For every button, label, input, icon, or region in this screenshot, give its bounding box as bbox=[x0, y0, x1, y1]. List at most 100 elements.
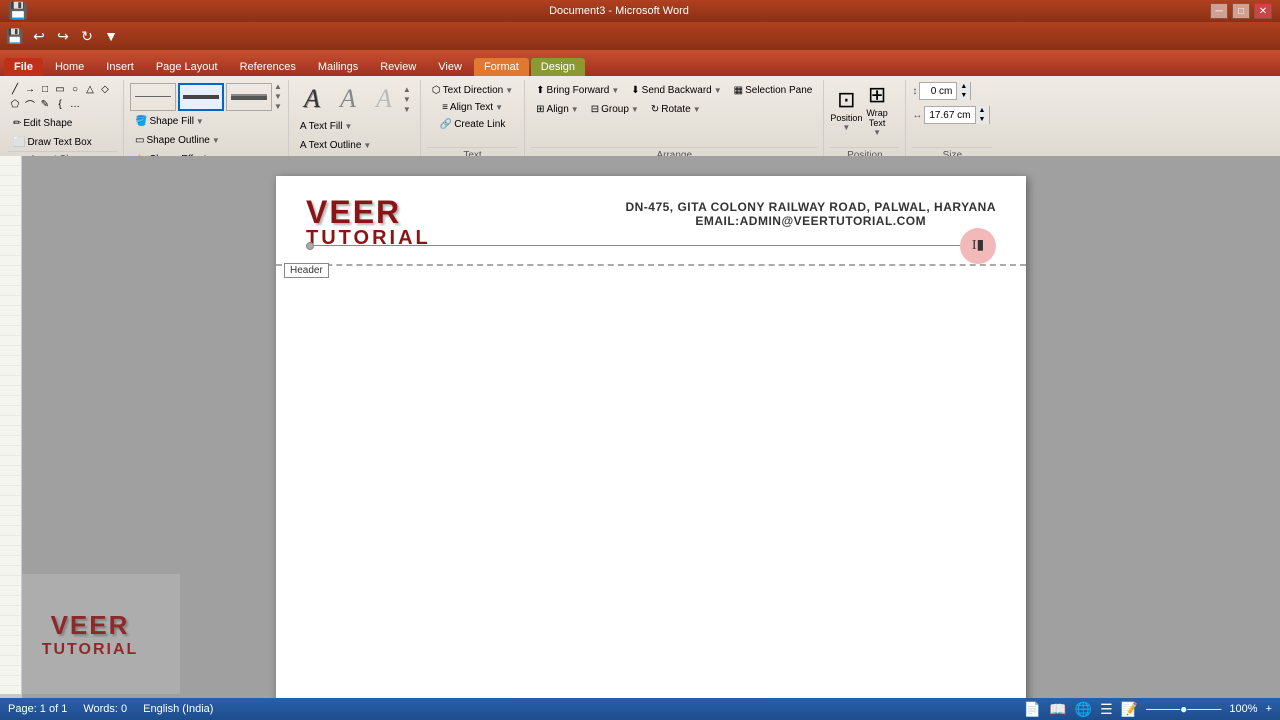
zoom-level: 100% bbox=[1229, 703, 1257, 715]
style-swatch-medium[interactable] bbox=[178, 83, 224, 111]
height-down[interactable]: ▼ bbox=[956, 91, 970, 100]
round-rect-shape[interactable]: ▭ bbox=[53, 82, 67, 96]
text-outline-dropdown[interactable]: ▼ bbox=[363, 141, 371, 150]
styles-scroll-up[interactable]: ▲ bbox=[274, 82, 282, 91]
freeform-shape[interactable]: ✎ bbox=[38, 97, 52, 111]
line-handle-left[interactable] bbox=[306, 242, 314, 250]
bring-forward-button[interactable]: ⬆ Bring Forward ▼ bbox=[531, 82, 624, 99]
brace-shape[interactable]: { bbox=[53, 97, 67, 111]
rotate-button[interactable]: ↻ Rotate ▼ bbox=[646, 101, 706, 118]
close-button[interactable]: ✕ bbox=[1254, 3, 1272, 19]
save-button[interactable]: 💾 bbox=[4, 25, 26, 47]
group-button[interactable]: ⊟ Group ▼ bbox=[586, 101, 644, 118]
draw-text-box-button[interactable]: ⬜ Draw Text Box bbox=[8, 134, 97, 151]
create-link-icon: 🔗 bbox=[440, 119, 452, 130]
tab-references[interactable]: References bbox=[230, 58, 306, 76]
align-text-button[interactable]: ≡ Align Text ▼ bbox=[437, 99, 508, 116]
view-reading-icon[interactable]: 📖 bbox=[1049, 701, 1066, 718]
tab-pagelayout[interactable]: Page Layout bbox=[146, 58, 228, 76]
tab-design[interactable]: Design bbox=[531, 58, 585, 76]
wordart-more[interactable]: ▼ bbox=[403, 105, 411, 114]
text-outline-button[interactable]: A Text Outline ▼ bbox=[295, 137, 414, 154]
zoom-slider[interactable]: ────●──── bbox=[1146, 702, 1221, 716]
view-web-icon[interactable]: 🌐 bbox=[1075, 701, 1092, 718]
text-fill-button[interactable]: A Text Fill ▼ bbox=[295, 118, 414, 135]
diamond-shape[interactable]: ◇ bbox=[98, 82, 112, 96]
redo-button[interactable]: ↪ bbox=[52, 25, 74, 47]
document-body[interactable] bbox=[276, 266, 1026, 646]
styles-more[interactable]: ▼ bbox=[274, 102, 282, 111]
shapes-palette: ╱ → □ ▭ ○ △ ◇ ⬠ ⌒ ✎ { … bbox=[8, 82, 116, 111]
view-outline-icon[interactable]: ☰ bbox=[1100, 701, 1113, 718]
tab-home[interactable]: Home bbox=[45, 58, 94, 76]
wordart-scroll-up[interactable]: ▲ bbox=[403, 85, 411, 94]
width-spinbox[interactable]: 17.67 cm ▲ ▼ bbox=[924, 106, 989, 124]
text-direction-button[interactable]: ⬡ Text Direction ▼ bbox=[427, 82, 518, 99]
wrap-text-button[interactable]: ⊞ Wrap Text ▼ bbox=[866, 82, 887, 137]
ribbon-group-text: ⬡ Text Direction ▼ ≡ Align Text ▼ 🔗 Crea… bbox=[423, 80, 525, 163]
outline-dropdown[interactable]: ▼ bbox=[212, 136, 220, 145]
tab-view[interactable]: View bbox=[428, 58, 472, 76]
wordart-style-1[interactable]: A bbox=[295, 82, 329, 116]
selection-pane-icon: ▦ bbox=[734, 85, 743, 96]
width-down[interactable]: ▼ bbox=[975, 115, 989, 124]
wordart-scroll-down[interactable]: ▼ bbox=[403, 95, 411, 104]
width-value: 17.67 cm bbox=[925, 110, 974, 121]
view-normal-icon[interactable]: 📄 bbox=[1024, 701, 1041, 718]
create-link-button[interactable]: 🔗 Create Link bbox=[435, 116, 511, 133]
document-page: VEER TUTORIAL DN-475, GITA COLONY RAILWA… bbox=[276, 176, 1026, 698]
wordart-style-3[interactable]: A bbox=[367, 82, 401, 116]
minimize-button[interactable]: ─ bbox=[1210, 3, 1228, 19]
company-logo: VEER TUTORIAL bbox=[306, 196, 431, 248]
style-swatch-thin[interactable] bbox=[130, 83, 176, 111]
view-draft-icon[interactable]: 📝 bbox=[1121, 701, 1138, 718]
address-line1: DN-475, GITA COLONY RAILWAY ROAD, PALWAL… bbox=[625, 200, 996, 214]
tab-review[interactable]: Review bbox=[370, 58, 426, 76]
customize-button[interactable]: ▼ bbox=[100, 25, 122, 47]
fill-dropdown[interactable]: ▼ bbox=[196, 117, 204, 126]
pentagon-shape[interactable]: ⬠ bbox=[8, 97, 22, 111]
edit-shape-button[interactable]: ✏ Edit Shape bbox=[8, 115, 77, 132]
maximize-button[interactable]: □ bbox=[1232, 3, 1250, 19]
ribbon-group-arrange: ⬆ Bring Forward ▼ ⬇ Send Backward ▼ ▦ Se… bbox=[527, 80, 824, 163]
shape-outline-button[interactable]: ▭ Shape Outline ▼ bbox=[130, 132, 282, 149]
tab-mailings[interactable]: Mailings bbox=[308, 58, 368, 76]
triangle-shape[interactable]: △ bbox=[83, 82, 97, 96]
tab-file[interactable]: File bbox=[4, 58, 43, 76]
window-controls[interactable]: ─ □ ✕ bbox=[1210, 3, 1272, 19]
curve-shape[interactable]: ⌒ bbox=[23, 97, 37, 111]
shape-fill-button[interactable]: 🪣 Shape Fill ▼ bbox=[130, 113, 282, 130]
selection-pane-button[interactable]: ▦ Selection Pane bbox=[729, 82, 818, 99]
tab-format[interactable]: Format bbox=[474, 58, 529, 76]
status-bar: Page: 1 of 1 Words: 0 English (India) 📄 … bbox=[0, 698, 1280, 720]
oval-shape[interactable]: ○ bbox=[68, 82, 82, 96]
position-button[interactable]: ⊡ Position ▼ bbox=[830, 87, 862, 132]
align-button[interactable]: ⊞ Align ▼ bbox=[531, 101, 584, 118]
zoom-in[interactable]: + bbox=[1266, 703, 1272, 715]
header-area[interactable]: VEER TUTORIAL DN-475, GITA COLONY RAILWA… bbox=[276, 176, 1026, 266]
header-divider-line[interactable]: I▮ bbox=[306, 245, 996, 246]
repeat-button[interactable]: ↻ bbox=[76, 25, 98, 47]
height-up[interactable]: ▲ bbox=[956, 82, 970, 91]
styles-scroll-down[interactable]: ▼ bbox=[274, 92, 282, 101]
document-thumbnail: VEER TUTORIAL bbox=[0, 574, 180, 694]
wordart-style-2[interactable]: A bbox=[331, 82, 365, 116]
style-swatch-thick[interactable] bbox=[226, 83, 272, 111]
text-fill-dropdown[interactable]: ▼ bbox=[345, 122, 353, 131]
cursor-indicator: I▮ bbox=[960, 228, 996, 264]
line-shape[interactable]: ╱ bbox=[8, 82, 22, 96]
text-cursor-icon: I▮ bbox=[972, 237, 984, 254]
rect-shape[interactable]: □ bbox=[38, 82, 52, 96]
height-spinbox[interactable]: 0 cm ▲ ▼ bbox=[919, 82, 971, 100]
fill-icon: 🪣 bbox=[135, 116, 147, 127]
text-fill-icon: A bbox=[300, 121, 307, 132]
arrow-shape[interactable]: → bbox=[23, 82, 37, 96]
width-up[interactable]: ▲ bbox=[975, 106, 989, 115]
address-line2: EMAIL:ADMIN@VEERTUTORIAL.COM bbox=[625, 214, 996, 228]
undo-button[interactable]: ↩ bbox=[28, 25, 50, 47]
send-backward-button[interactable]: ⬇ Send Backward ▼ bbox=[626, 82, 726, 99]
tab-insert[interactable]: Insert bbox=[96, 58, 144, 76]
company-name: VEER bbox=[306, 196, 431, 228]
more-shapes[interactable]: … bbox=[68, 97, 82, 111]
outline-icon: ▭ bbox=[135, 135, 144, 146]
